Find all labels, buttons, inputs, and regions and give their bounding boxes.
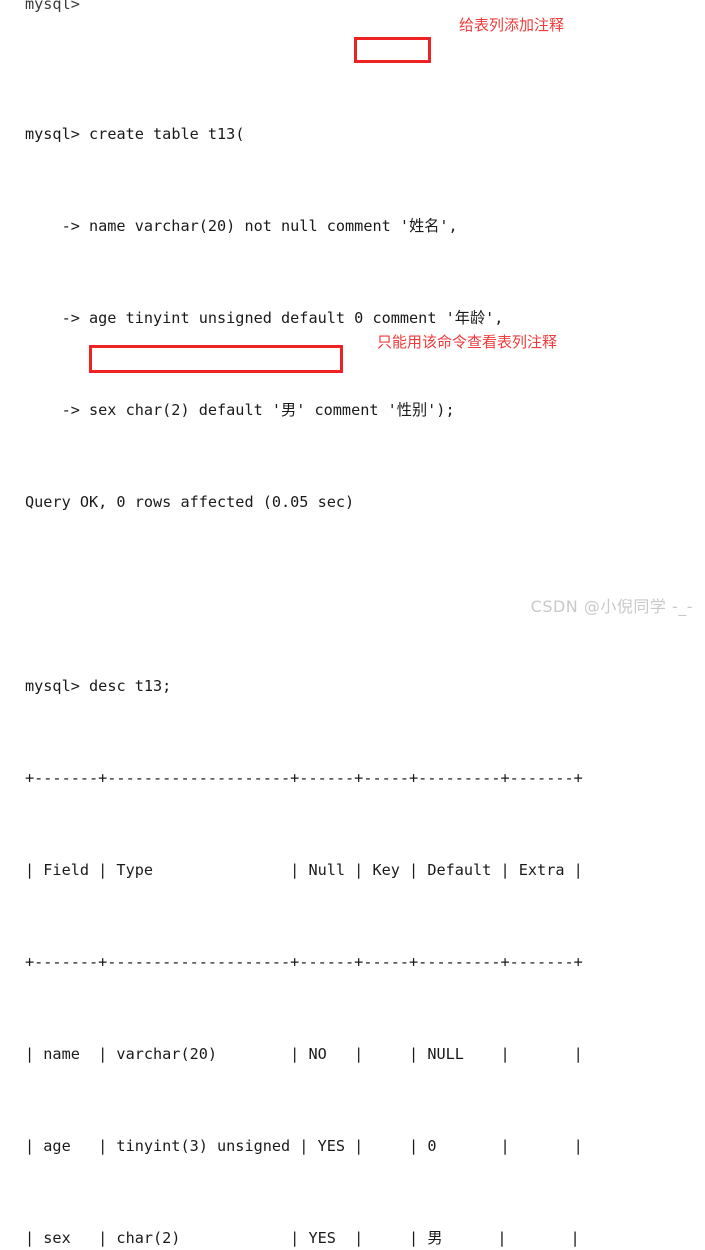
table-row: | name | varchar(20) | NO | | NULL | | <box>25 1045 583 1063</box>
desc-table-header-row: | Field | Type | Null | Key | Default | … <box>25 861 583 879</box>
continuation-line-sex: -> sex char(2) default '男' comment '性别')… <box>25 401 455 419</box>
create-table-command: create table t13( <box>89 125 245 143</box>
continuation-line-age: -> age tinyint unsigned default 0 commen… <box>25 309 504 327</box>
annotation-view-comment: 只能用该命令查看表列注释 <box>377 333 558 351</box>
command-desc-line: mysql> desc t13; <box>25 675 592 698</box>
table-row: | age | tinyint(3) unsigned | YES | | 0 … <box>25 1137 583 1155</box>
terminal-output[interactable]: mysql> mysql> create table t13( -> name … <box>25 0 592 1250</box>
desc-command: desc t13; <box>89 677 172 695</box>
continuation-line-name: -> name varchar(20) not null comment '姓名… <box>25 217 458 235</box>
desc-table-top-border: +-------+--------------------+------+---… <box>25 769 583 787</box>
query-ok-result: Query OK, 0 rows affected (0.05 sec) <box>25 493 355 511</box>
prompt-label: mysql> <box>25 125 80 143</box>
watermark: CSDN @小倪同学 -_- <box>530 597 693 616</box>
command-create-table-line: mysql> create table t13( <box>25 123 592 146</box>
annotation-add-comment: 给表列添加注释 <box>459 16 565 34</box>
highlight-box-comment-keyword <box>354 37 431 63</box>
desc-table-header-border: +-------+--------------------+------+---… <box>25 953 583 971</box>
table-row: | sex | char(2) | YES | | 男 | | <box>25 1229 580 1247</box>
clipped-prompt-line: mysql> <box>25 0 90 13</box>
highlight-box-show-create-command <box>89 345 343 373</box>
terminal-window: mysql> mysql> create table t13( -> name … <box>0 0 705 1247</box>
prompt-label: mysql> <box>25 677 80 695</box>
